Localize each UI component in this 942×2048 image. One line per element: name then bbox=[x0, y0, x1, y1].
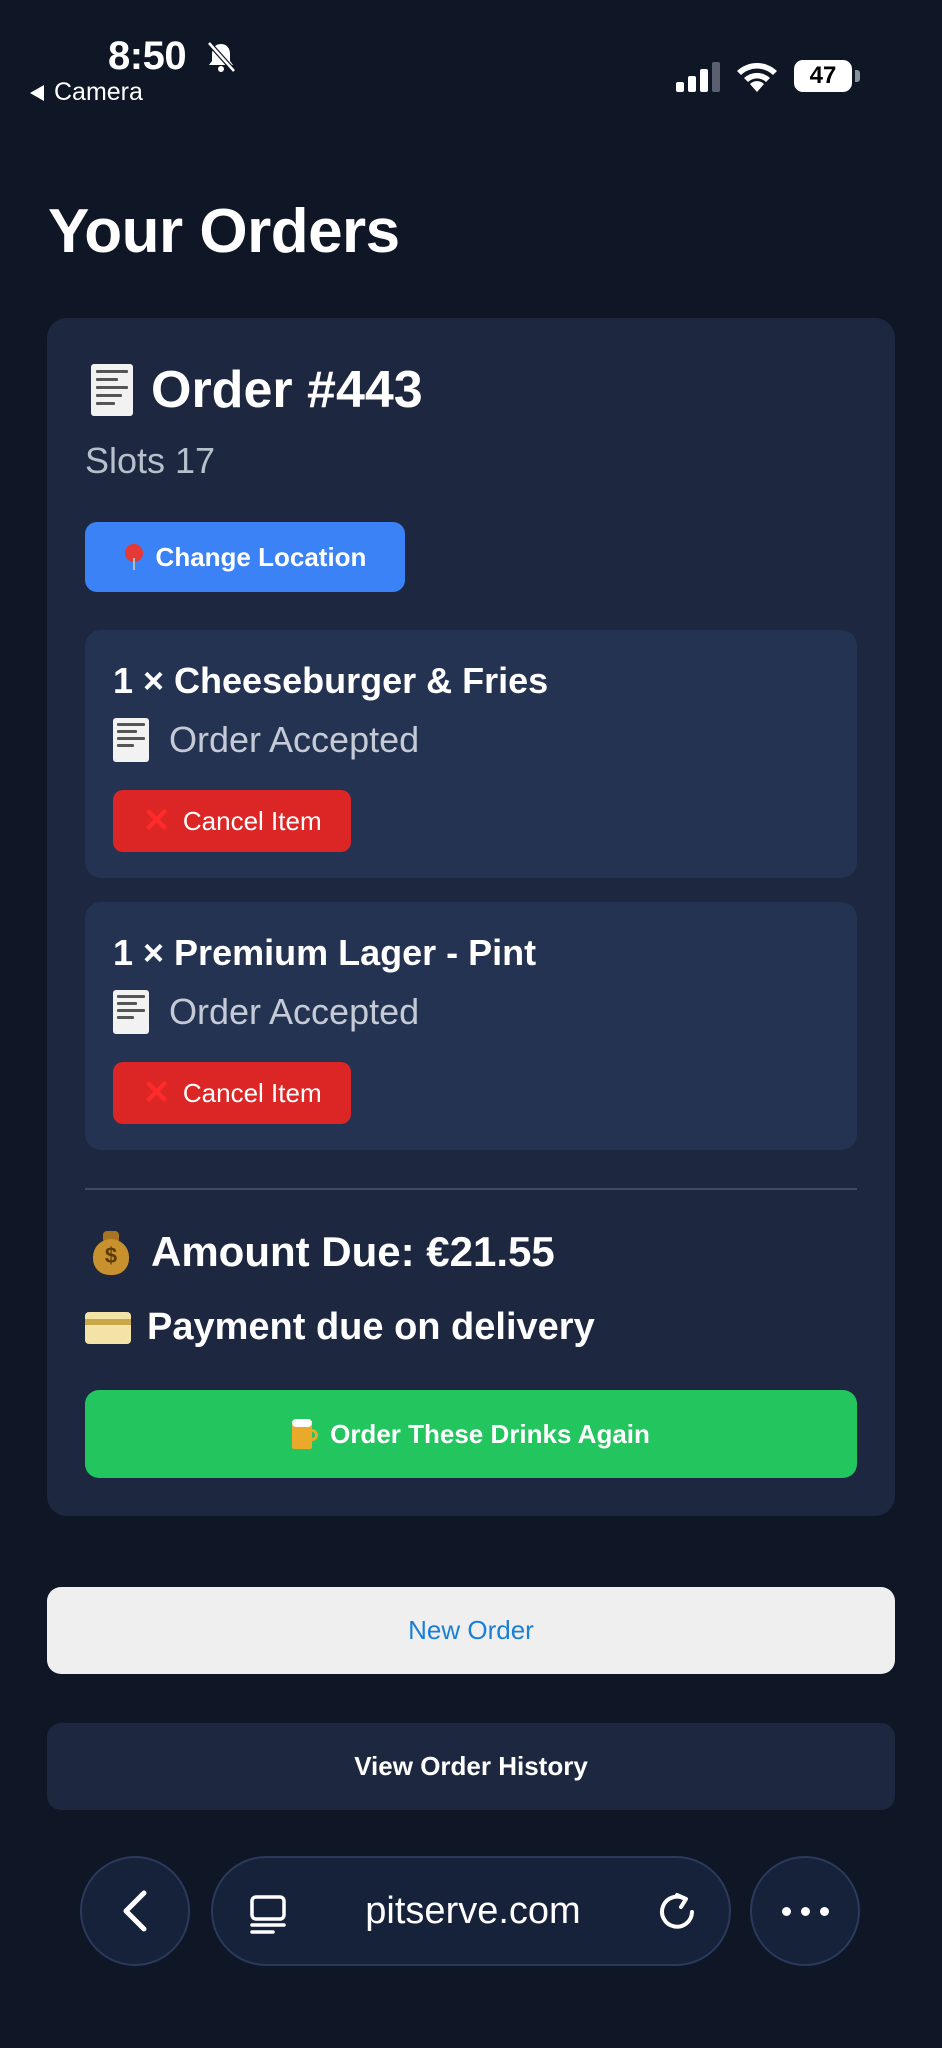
back-triangle-icon bbox=[30, 84, 44, 101]
page-title: Your Orders bbox=[48, 197, 400, 266]
order-item: 1 × Premium Lager - Pint Order Accepted … bbox=[85, 902, 857, 1150]
cancel-item-button[interactable]: ✕ Cancel Item bbox=[113, 790, 351, 852]
pin-icon bbox=[124, 544, 144, 570]
more-icon bbox=[800, 1906, 810, 1916]
beer-mug-icon bbox=[292, 1419, 319, 1449]
browser-more-button[interactable] bbox=[750, 1856, 860, 1966]
order-card: Order #443 Slots 17 Change Location 1 × … bbox=[47, 318, 895, 1516]
item-status-text: Order Accepted bbox=[169, 991, 420, 1032]
signal-icon bbox=[676, 62, 720, 92]
chevron-left-icon bbox=[123, 1890, 147, 1932]
x-icon: ✕ bbox=[142, 802, 171, 840]
battery-icon: 47 bbox=[794, 60, 860, 92]
change-location-label: Change Location bbox=[155, 541, 367, 572]
change-location-button[interactable]: Change Location bbox=[85, 522, 405, 592]
reorder-drinks-button[interactable]: Order These Drinks Again bbox=[85, 1390, 857, 1478]
x-icon: ✕ bbox=[142, 1074, 171, 1112]
order-item: 1 × Cheeseburger & Fries Order Accepted … bbox=[85, 630, 857, 878]
new-order-button[interactable]: New Order bbox=[47, 1587, 895, 1674]
back-to-camera-link[interactable]: Camera bbox=[30, 78, 143, 107]
status-time: 8:50 bbox=[108, 34, 187, 78]
item-name: 1 × Premium Lager - Pint bbox=[113, 932, 537, 973]
battery-level: 47 bbox=[794, 60, 852, 92]
divider bbox=[85, 1188, 857, 1190]
cancel-item-label: Cancel Item bbox=[182, 1077, 322, 1108]
payment-note-text: Payment due on delivery bbox=[147, 1306, 595, 1348]
status-bar: 8:50 Camera 47 bbox=[0, 0, 942, 120]
reorder-drinks-label: Order These Drinks Again bbox=[330, 1418, 650, 1449]
receipt-icon bbox=[113, 990, 149, 1034]
battery-tip bbox=[855, 70, 860, 82]
wifi-icon bbox=[737, 63, 777, 92]
order-number: Order #443 bbox=[151, 361, 423, 419]
address-bar[interactable]: pitserve.com bbox=[211, 1856, 731, 1966]
more-icon bbox=[819, 1906, 829, 1916]
item-status-text: Order Accepted bbox=[169, 719, 420, 760]
browser-back-button[interactable] bbox=[80, 1856, 190, 1966]
reload-icon[interactable] bbox=[655, 1890, 699, 1934]
item-name: 1 × Cheeseburger & Fries bbox=[113, 660, 549, 701]
receipt-icon bbox=[113, 718, 149, 762]
back-camera-label: Camera bbox=[54, 78, 143, 106]
moneybag-icon: $ bbox=[91, 1229, 131, 1275]
credit-card-icon bbox=[85, 1311, 131, 1344]
amount-due-text: Amount Due: €21.55 bbox=[151, 1228, 555, 1275]
order-header: Order #443 bbox=[91, 360, 423, 420]
more-icon bbox=[781, 1906, 791, 1916]
order-location: Slots 17 bbox=[85, 440, 216, 481]
cancel-item-label: Cancel Item bbox=[182, 805, 322, 836]
item-status: Order Accepted bbox=[113, 718, 419, 762]
item-status: Order Accepted bbox=[113, 990, 419, 1034]
payment-note: Payment due on delivery bbox=[85, 1306, 595, 1349]
amount-due: $ Amount Due: €21.55 bbox=[91, 1228, 555, 1276]
cancel-item-button[interactable]: ✕ Cancel Item bbox=[113, 1062, 351, 1124]
bell-slash-icon bbox=[207, 41, 236, 73]
view-order-history-button[interactable]: View Order History bbox=[47, 1723, 895, 1810]
receipt-icon bbox=[91, 364, 133, 416]
